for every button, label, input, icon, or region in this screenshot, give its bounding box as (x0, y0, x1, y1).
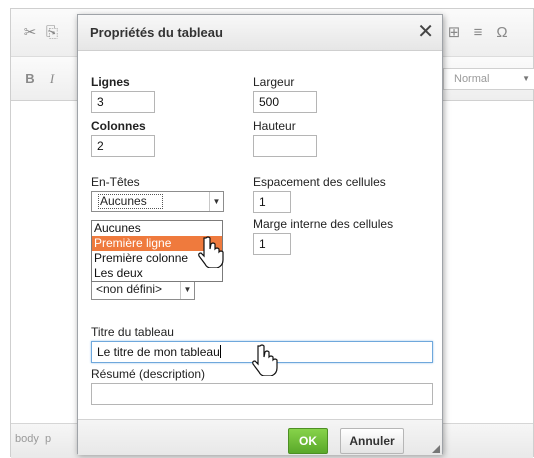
cell-padding-input[interactable]: 1 (253, 233, 291, 255)
chevron-down-icon: ▼ (209, 192, 223, 211)
table-properties-dialog: Propriétés du tableau ✕ Lignes 3 Colonne… (77, 14, 443, 455)
caption-input-value: Le titre de mon tableau (97, 345, 220, 359)
bold-button[interactable]: B (19, 68, 41, 90)
headers-option-none[interactable]: Aucunes (92, 221, 222, 236)
format-select[interactable]: Normal ▼ (443, 68, 534, 90)
caption-label: Titre du tableau (91, 325, 174, 339)
summary-input[interactable] (91, 383, 433, 405)
ok-button[interactable]: OK (288, 428, 328, 454)
chevron-down-icon: ▼ (522, 74, 530, 83)
height-input[interactable] (253, 135, 317, 157)
align-select[interactable]: <non défini> ▼ (91, 279, 195, 300)
height-label: Hauteur (253, 119, 296, 133)
format-select-value: Normal (454, 73, 490, 85)
table-icon[interactable]: ⊞ (443, 22, 465, 44)
cols-input[interactable]: 2 (91, 135, 155, 157)
close-icon[interactable]: ✕ (417, 20, 434, 44)
special-char-icon[interactable]: Ω (491, 22, 513, 44)
headers-label: En-Têtes (91, 175, 140, 189)
width-input[interactable]: 500 (253, 91, 317, 113)
width-label: Largeur (253, 75, 295, 89)
cell-spacing-input[interactable]: 1 (253, 191, 291, 213)
cols-label: Colonnes (91, 119, 146, 133)
headers-select[interactable]: Aucunes ▼ (91, 191, 224, 212)
headers-option-both[interactable]: Les deux (92, 266, 222, 281)
resize-handle-icon[interactable] (432, 445, 440, 453)
cell-padding-label: Marge interne des cellules (253, 217, 394, 231)
align-select-value: <non défini> (96, 282, 163, 296)
summary-label: Résumé (description) (91, 367, 206, 381)
dialog-footer: OK Annuler (78, 419, 442, 455)
text-caret (219, 345, 221, 358)
copy-icon[interactable]: ⎘ (41, 22, 63, 44)
headers-select-value: Aucunes (96, 192, 165, 211)
rows-input[interactable]: 3 (91, 91, 155, 113)
horizontal-rule-icon[interactable]: ≡ (467, 22, 489, 44)
dialog-titlebar[interactable]: Propriétés du tableau ✕ (78, 15, 442, 51)
element-path[interactable]: body p (15, 433, 51, 445)
hand-cursor-icon (252, 344, 278, 376)
cell-spacing-label: Espacement des cellules (253, 175, 386, 189)
dialog-title: Propriétés du tableau (90, 25, 223, 40)
hand-cursor-icon (198, 236, 224, 268)
italic-button[interactable]: I (41, 68, 63, 90)
rows-label: Lignes (91, 75, 130, 89)
cancel-button[interactable]: Annuler (340, 428, 404, 454)
cut-icon[interactable]: ✂ (19, 22, 41, 44)
chevron-down-icon: ▼ (180, 280, 194, 299)
